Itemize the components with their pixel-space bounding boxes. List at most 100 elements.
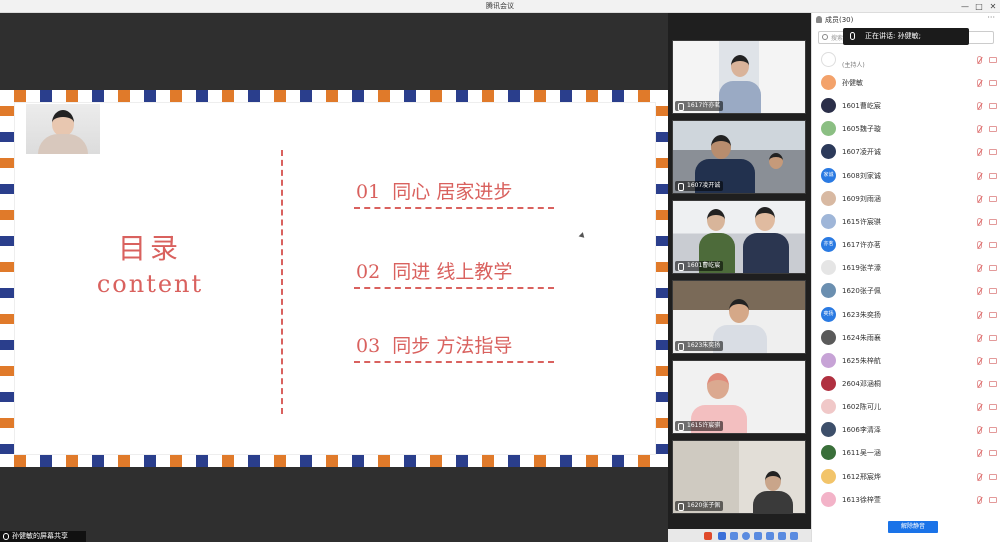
- mic-muted-icon[interactable]: [977, 194, 982, 203]
- member-row[interactable]: 奕扬 1623朱奕扬: [812, 303, 1000, 326]
- camera-icon[interactable]: [989, 80, 997, 86]
- member-row[interactable]: 1605魏子璇: [812, 117, 1000, 140]
- ime-toolbox-icon[interactable]: [790, 532, 798, 540]
- video-tile[interactable]: 1601曹屹宸: [672, 200, 806, 274]
- mic-muted-icon[interactable]: [977, 333, 982, 342]
- member-row[interactable]: 1619张芊濠: [812, 256, 1000, 279]
- camera-icon[interactable]: [989, 288, 997, 295]
- member-name: 1612邢宸烨: [842, 472, 881, 481]
- camera-icon[interactable]: [989, 172, 997, 179]
- member-name: 1607凌开诚: [842, 148, 881, 157]
- mic-muted-icon[interactable]: [977, 495, 982, 504]
- mic-muted-icon[interactable]: [977, 426, 982, 435]
- member-row-host[interactable]: (主持人): [812, 48, 1000, 71]
- member-row[interactable]: 1612邢宸烨: [812, 465, 1000, 488]
- mic-muted-icon[interactable]: [977, 56, 982, 64]
- camera-icon[interactable]: [989, 473, 997, 480]
- ime-skin-icon[interactable]: [778, 532, 786, 540]
- mic-muted-icon[interactable]: [977, 102, 982, 111]
- mic-muted-icon[interactable]: [977, 125, 982, 134]
- input-method-toolbar: [668, 529, 811, 542]
- video-tile-name: 1601曹屹宸: [675, 261, 724, 271]
- camera-icon[interactable]: [989, 427, 997, 434]
- member-row[interactable]: 1613徐梓萱: [812, 488, 1000, 511]
- unmute-all-button[interactable]: 解除静音: [888, 521, 938, 533]
- video-tile-name: 1623朱奕扬: [675, 341, 724, 351]
- camera-icon[interactable]: [989, 265, 997, 272]
- camera-icon[interactable]: [989, 57, 997, 63]
- avatar: [821, 190, 836, 206]
- stripe-border-top: [0, 90, 668, 102]
- more-options-icon[interactable]: ···: [987, 13, 995, 22]
- video-tile[interactable]: 1623朱奕扬: [672, 280, 806, 354]
- member-row[interactable]: 2604邓涵桐: [812, 372, 1000, 395]
- video-tile[interactable]: 1615许宸骐: [672, 360, 806, 434]
- mic-muted-icon[interactable]: [977, 217, 982, 226]
- member-row[interactable]: 1602陈可儿: [812, 395, 1000, 418]
- minimize-button[interactable]: —: [958, 0, 972, 13]
- camera-icon[interactable]: [989, 357, 997, 364]
- mic-muted-icon[interactable]: [977, 356, 982, 365]
- camera-icon[interactable]: [989, 126, 997, 133]
- mic-muted-icon[interactable]: [977, 287, 982, 296]
- slide-heading-cn: 目录: [117, 232, 182, 265]
- search-icon: [822, 34, 828, 40]
- ime-voice-icon[interactable]: [754, 532, 762, 540]
- member-row[interactable]: 1624朱雨襄: [812, 326, 1000, 349]
- ime-keyboard-icon[interactable]: [766, 532, 774, 540]
- camera-icon[interactable]: [989, 450, 997, 457]
- camera-icon[interactable]: [989, 149, 997, 156]
- member-row[interactable]: 亦茗 1617许亦茗: [812, 233, 1000, 256]
- member-row[interactable]: 1615许宸骐: [812, 210, 1000, 233]
- ime-logo-icon[interactable]: [704, 532, 712, 540]
- member-row[interactable]: 1606李清泽: [812, 418, 1000, 441]
- camera-icon[interactable]: [989, 496, 997, 503]
- camera-icon[interactable]: [989, 334, 997, 341]
- member-name: 1602陈可儿: [842, 403, 881, 412]
- mic-muted-icon[interactable]: [977, 403, 982, 412]
- member-row[interactable]: 1620张子佩: [812, 279, 1000, 302]
- member-row[interactable]: 1611吴一涵: [812, 441, 1000, 464]
- mic-muted-icon[interactable]: [977, 264, 982, 273]
- camera-icon[interactable]: [989, 404, 997, 411]
- video-tile[interactable]: 1617许亦茗: [672, 40, 806, 114]
- mic-muted-icon[interactable]: [977, 379, 982, 388]
- member-row[interactable]: 1625朱梓航: [812, 349, 1000, 372]
- avatar: [821, 491, 836, 507]
- video-tile[interactable]: 1607凌开诚: [672, 120, 806, 194]
- camera-icon[interactable]: [989, 311, 997, 318]
- camera-icon[interactable]: [989, 380, 997, 387]
- mic-muted-icon[interactable]: [977, 449, 982, 458]
- slide-item-1: 01 同心 居家进步: [354, 177, 554, 209]
- member-name: 1624朱雨襄: [842, 333, 881, 342]
- member-row[interactable]: 1601曹屹宸: [812, 94, 1000, 117]
- members-header: 成员(30) ···: [812, 13, 1000, 27]
- mic-muted-icon[interactable]: [977, 79, 982, 87]
- avatar: [821, 213, 836, 229]
- mic-muted-icon[interactable]: [977, 241, 982, 250]
- mic-muted-icon[interactable]: [977, 310, 982, 319]
- camera-icon[interactable]: [989, 103, 997, 110]
- mic-muted-icon[interactable]: [977, 148, 982, 157]
- camera-icon[interactable]: [989, 195, 997, 202]
- member-row[interactable]: 1609刘雨涵: [812, 187, 1000, 210]
- maximize-button[interactable]: □: [972, 0, 986, 13]
- mic-muted-icon[interactable]: [977, 472, 982, 481]
- screen-share-indicator[interactable]: 孙健敏的屏幕共享: [0, 531, 86, 542]
- ime-lang-icon[interactable]: [718, 532, 726, 540]
- close-button[interactable]: ✕: [986, 0, 1000, 13]
- avatar: [821, 375, 836, 391]
- member-name: 2604邓涵桐: [842, 379, 881, 388]
- member-row[interactable]: 家诚 1608刘家诚: [812, 164, 1000, 187]
- ime-punct-icon[interactable]: [730, 532, 738, 540]
- mic-muted-icon[interactable]: [977, 171, 982, 180]
- member-row[interactable]: 1607凌开诚: [812, 140, 1000, 163]
- presenter-video-thumbnail: [26, 104, 100, 154]
- avatar: [821, 260, 836, 276]
- camera-icon[interactable]: [989, 242, 997, 249]
- ime-emoji-icon[interactable]: [742, 532, 750, 540]
- video-tile[interactable]: 1620张子佩: [672, 440, 806, 514]
- member-name: 1606李清泽: [842, 426, 881, 435]
- camera-icon[interactable]: [989, 218, 997, 225]
- member-row[interactable]: 孙健敏: [812, 71, 1000, 94]
